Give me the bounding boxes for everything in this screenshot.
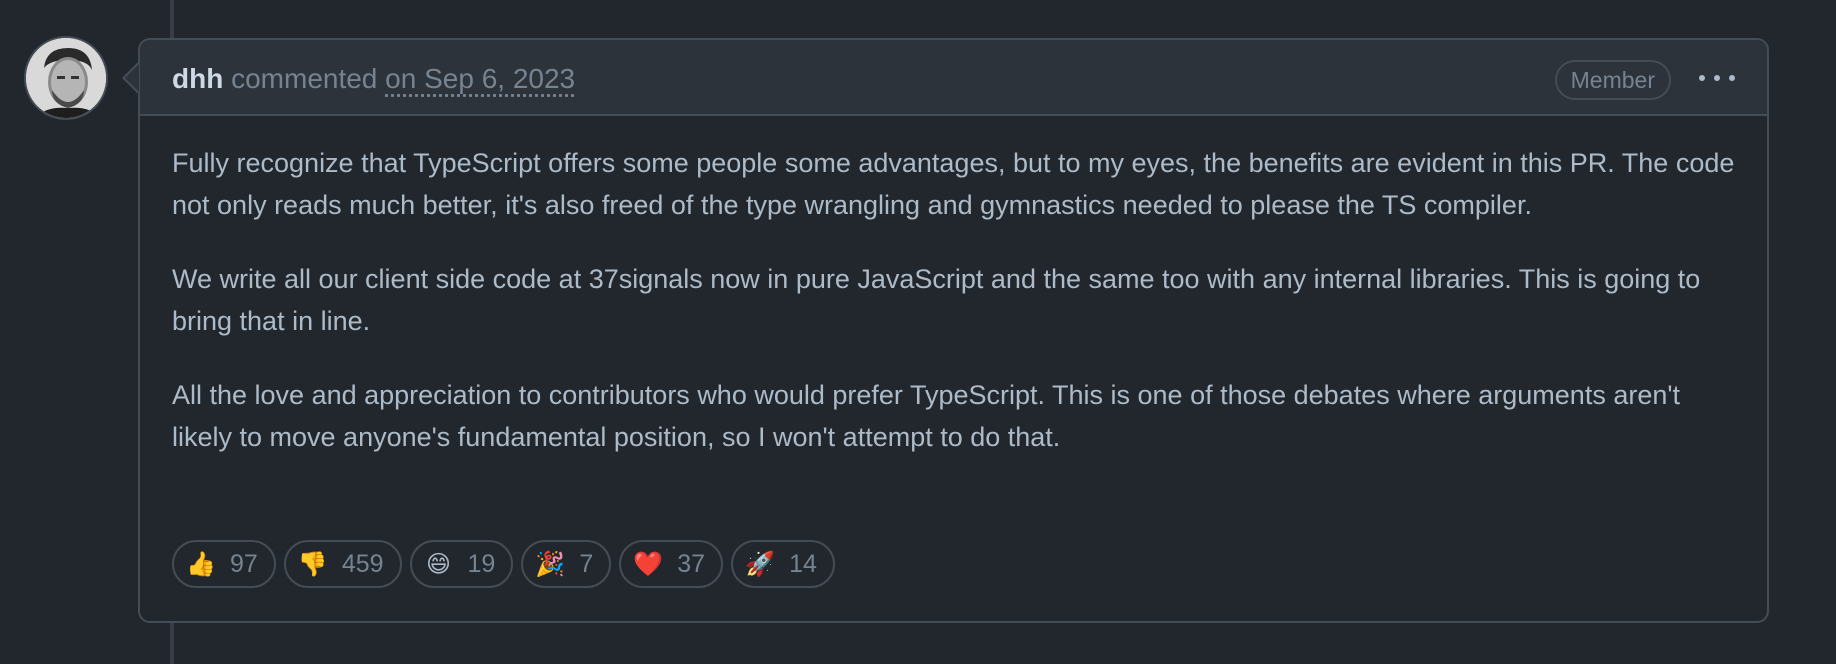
thumbs-down-icon: 👎 [297, 550, 328, 578]
comment-verb: commented [231, 63, 378, 94]
reaction-laugh[interactable]: 😄 19 [409, 540, 514, 588]
kebab-menu-icon[interactable] [1699, 66, 1735, 90]
reaction-count: 37 [677, 549, 706, 578]
thumbs-up-icon: 👍 [186, 550, 216, 578]
reactions-bar: 👍 97 👎 459 😄 19 🎉 7 ❤️ 37 🚀 14 [172, 540, 835, 588]
comment-header-text: dhh commented on Sep 6, 2023 [172, 62, 575, 96]
reaction-heart[interactable]: ❤️ 37 [619, 540, 724, 588]
reaction-rocket[interactable]: 🚀 14 [731, 540, 835, 588]
avatar[interactable] [24, 36, 108, 120]
comment-header: dhh commented on Sep 6, 2023 Member [140, 40, 1767, 116]
reaction-count: 19 [467, 549, 496, 578]
author-link[interactable]: dhh [172, 63, 223, 94]
reaction-thumbs-up[interactable]: 👍 97 [172, 540, 276, 588]
comment-date-link[interactable]: on Sep 6, 2023 [385, 63, 575, 94]
avatar-image [26, 38, 106, 118]
reaction-count: 97 [230, 549, 258, 578]
reaction-count: 14 [789, 549, 817, 578]
comment-caret-fill [125, 64, 139, 92]
hooray-icon: 🎉 [535, 550, 566, 578]
comment-paragraph: Fully recognize that TypeScript offers s… [172, 148, 1735, 220]
reaction-count: 7 [579, 549, 594, 578]
comment-paragraph: All the love and appreciation to contrib… [172, 380, 1681, 452]
reaction-count: 459 [341, 549, 384, 578]
member-badge: Member [1554, 60, 1671, 100]
comment-body: Fully recognize that TypeScript offers s… [140, 116, 1767, 458]
comment-paragraph: We write all our client side code at 37s… [172, 264, 1701, 336]
rocket-icon: 🚀 [745, 550, 775, 578]
heart-icon: ❤️ [633, 550, 664, 578]
comment-box: dhh commented on Sep 6, 2023 Member Full… [138, 38, 1769, 623]
reaction-hooray[interactable]: 🎉 7 [521, 540, 612, 588]
reaction-thumbs-down[interactable]: 👎 459 [283, 540, 402, 588]
laugh-icon: 😄 [426, 550, 452, 578]
timeline: dhh commented on Sep 6, 2023 Member Full… [0, 0, 1836, 664]
